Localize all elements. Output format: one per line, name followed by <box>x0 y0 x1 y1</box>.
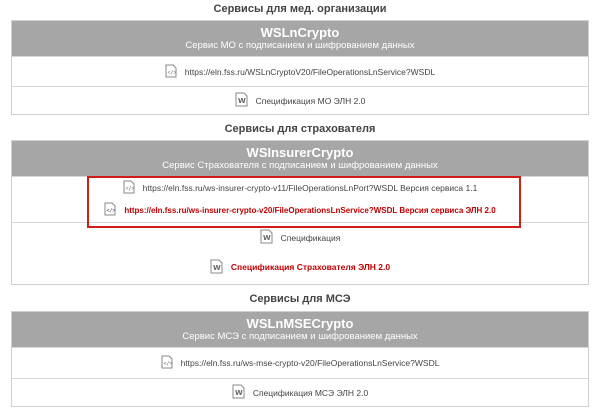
section-title-mse: Сервисы для МСЭ <box>249 293 351 305</box>
section-title-insurer: Сервисы для страхователя <box>224 123 376 135</box>
section-title-mo: Сервисы для мед. организации <box>213 3 387 15</box>
svg-text:W: W <box>238 97 246 105</box>
wsdl-link[interactable]: https://eln.fss.ru/ws-mse-crypto-v20/Fil… <box>181 358 440 368</box>
code-file-icon: </> <box>161 355 173 371</box>
spec-link[interactable]: Спецификация МСЭ ЭЛН 2.0 <box>253 388 368 398</box>
spec-link-insurer-v20[interactable]: Спецификация Страхователя ЭЛН 2.0 <box>231 262 390 272</box>
service-description: Сервис Страхователя с подписанием и шифр… <box>162 160 438 171</box>
word-doc-icon: W <box>232 384 245 401</box>
service-block-wslncrypto: WSLnCrypto Сервис МО с подписанием и шиф… <box>11 20 589 115</box>
spec-row[interactable]: W Спецификация МСЭ ЭЛН 2.0 <box>12 378 588 406</box>
wsdl-link[interactable]: https://eln.fss.ru/WSLnCryptoV20/FileOpe… <box>185 67 435 77</box>
service-header: WSLnCrypto Сервис МО с подписанием и шиф… <box>12 21 588 56</box>
spec-row[interactable]: W Спецификация МО ЭЛН 2.0 <box>12 86 588 114</box>
service-header: WSLnMSECrypto Сервис МСЭ с подписанием и… <box>12 312 588 347</box>
service-description: Сервис МСЭ с подписанием и шифрованием д… <box>182 331 418 342</box>
highlight-box <box>87 176 521 228</box>
spec-link[interactable]: Спецификация МО ЭЛН 2.0 <box>256 96 366 106</box>
service-block-wslnmsecrypto: WSLnMSECrypto Сервис МСЭ с подписанием и… <box>11 311 589 407</box>
svg-text:W: W <box>263 234 271 242</box>
service-name: WSInsurerCrypto <box>246 145 354 160</box>
svg-text:W: W <box>213 264 221 272</box>
word-doc-icon: W <box>235 92 248 109</box>
service-header: WSInsurerCrypto Сервис Страхователя с по… <box>12 141 588 176</box>
svg-text:</>: </> <box>167 70 176 76</box>
word-doc-icon: W <box>260 229 273 246</box>
wsdl-link-row[interactable]: </> https://eln.fss.ru/WSLnCryptoV20/Fil… <box>12 56 588 86</box>
word-doc-icon: W <box>210 259 223 276</box>
svg-text:W: W <box>235 389 243 397</box>
spec-row-insurer-v20[interactable]: W Спецификация Страхователя ЭЛН 2.0 <box>12 252 588 282</box>
code-file-icon: </> <box>165 64 177 80</box>
service-name: WSLnMSECrypto <box>246 316 354 331</box>
service-description: Сервис МО с подписанием и шифрованием да… <box>185 40 415 51</box>
service-name: WSLnCrypto <box>260 25 340 40</box>
svg-text:</>: </> <box>163 361 172 367</box>
wsdl-link-row[interactable]: </> https://eln.fss.ru/ws-mse-crypto-v20… <box>12 347 588 378</box>
spec-link[interactable]: Спецификация <box>281 233 341 243</box>
